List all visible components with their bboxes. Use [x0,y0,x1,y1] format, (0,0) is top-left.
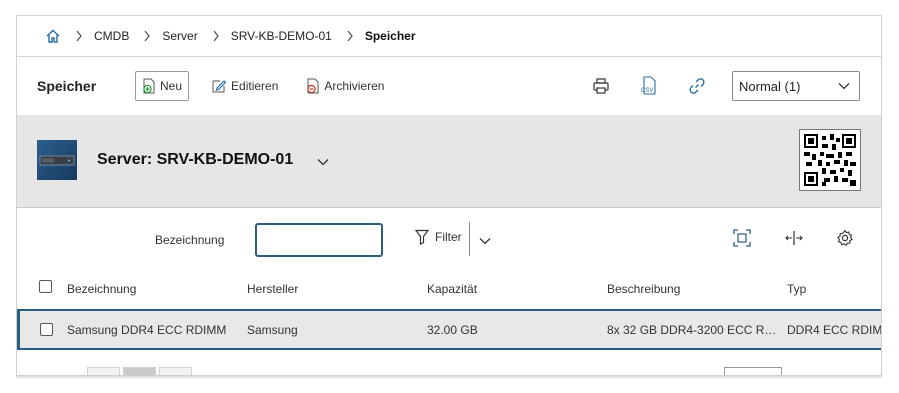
column-header-beschreibung[interactable]: Beschreibung [607,282,680,296]
server-image [37,140,77,180]
filter-button-label: Filter [435,230,462,244]
pagination-button[interactable] [159,367,192,375]
view-select[interactable]: Normal (1) [732,71,860,101]
filter-field-label: Bezeichnung [155,233,225,247]
edit-button[interactable]: Editieren [205,71,284,101]
table-header: Bezeichnung Hersteller Kapazität Beschre… [17,268,881,308]
fullscreen-icon[interactable] [732,228,752,248]
cell-bezeichnung: Samsung DDR4 ECC RDIMM [67,323,227,337]
breadcrumb-item-cmdb[interactable]: CMDB [94,29,129,43]
column-header-bezeichnung[interactable]: Bezeichnung [67,282,136,296]
archive-button[interactable]: Archivieren [300,71,390,101]
link-icon[interactable] [686,75,708,97]
chevron-down-icon [838,83,850,90]
svg-text:CSV: CSV [641,88,653,94]
archive-minus-icon [307,78,319,94]
server-header: Server: SRV-KB-DEMO-01 [17,115,881,208]
plus-circle-icon [143,78,155,94]
breadcrumb-item-server[interactable]: Server [162,29,197,43]
page-size-select[interactable] [724,367,782,375]
settings-gear-icon[interactable] [835,228,855,248]
csv-export-icon[interactable]: CSV [638,75,660,97]
column-header-typ[interactable]: Typ [787,282,806,296]
home-icon[interactable] [45,28,61,44]
chevron-right-icon [346,30,354,42]
breadcrumb-current: Speicher [364,29,416,43]
breadcrumb: CMDB Server SRV-KB-DEMO-01 Speicher [17,16,881,57]
chevron-right-icon [75,30,83,42]
chevron-right-icon [143,30,151,42]
view-select-value: Normal (1) [739,78,801,94]
select-all-checkbox[interactable] [39,280,52,293]
printer-icon[interactable] [590,75,612,97]
cell-kapazitaet: 32.00 GB [427,323,478,337]
filter-icon [415,229,429,245]
filter-row: Bezeichnung Filter [17,208,881,268]
edit-icon [212,80,227,93]
storage-panel: CMDB Server SRV-KB-DEMO-01 Speicher Spei… [16,15,882,376]
filter-button[interactable]: Filter [415,229,462,245]
pagination-button[interactable] [87,367,120,375]
new-button-label: Neu [160,79,183,93]
table-row[interactable]: Samsung DDR4 ECC RDIMM Samsung 32.00 GB … [17,309,881,350]
divider [469,222,470,256]
cell-beschreibung: 8x 32 GB DDR4-3200 ECC RDIMM [607,323,778,337]
column-header-hersteller[interactable]: Hersteller [247,282,298,296]
cell-typ: DDR4 ECC RDIMM [787,323,882,337]
page-title: Speicher [37,78,97,94]
new-button[interactable]: Neu [135,71,190,101]
server-title: Server: SRV-KB-DEMO-01 [97,151,294,168]
column-header-kapazitaet[interactable]: Kapazität [427,282,477,296]
pagination-button-active[interactable] [123,367,156,375]
name-filter-input[interactable] [255,223,383,257]
qr-code-icon[interactable] [799,129,861,191]
panel-shadow [16,376,882,378]
chevron-right-icon [212,30,220,42]
cell-hersteller: Samsung [247,323,298,337]
chevron-down-icon[interactable] [479,232,491,250]
toolbar: Speicher Neu Editieren Archivieren CSV N… [17,57,881,116]
archive-button-label: Archivieren [324,79,385,93]
chevron-down-icon[interactable] [317,153,329,171]
edit-button-label: Editieren [231,79,279,93]
column-resize-icon[interactable] [784,228,804,248]
breadcrumb-item-srv[interactable]: SRV-KB-DEMO-01 [231,29,332,43]
row-checkbox[interactable] [40,323,53,336]
